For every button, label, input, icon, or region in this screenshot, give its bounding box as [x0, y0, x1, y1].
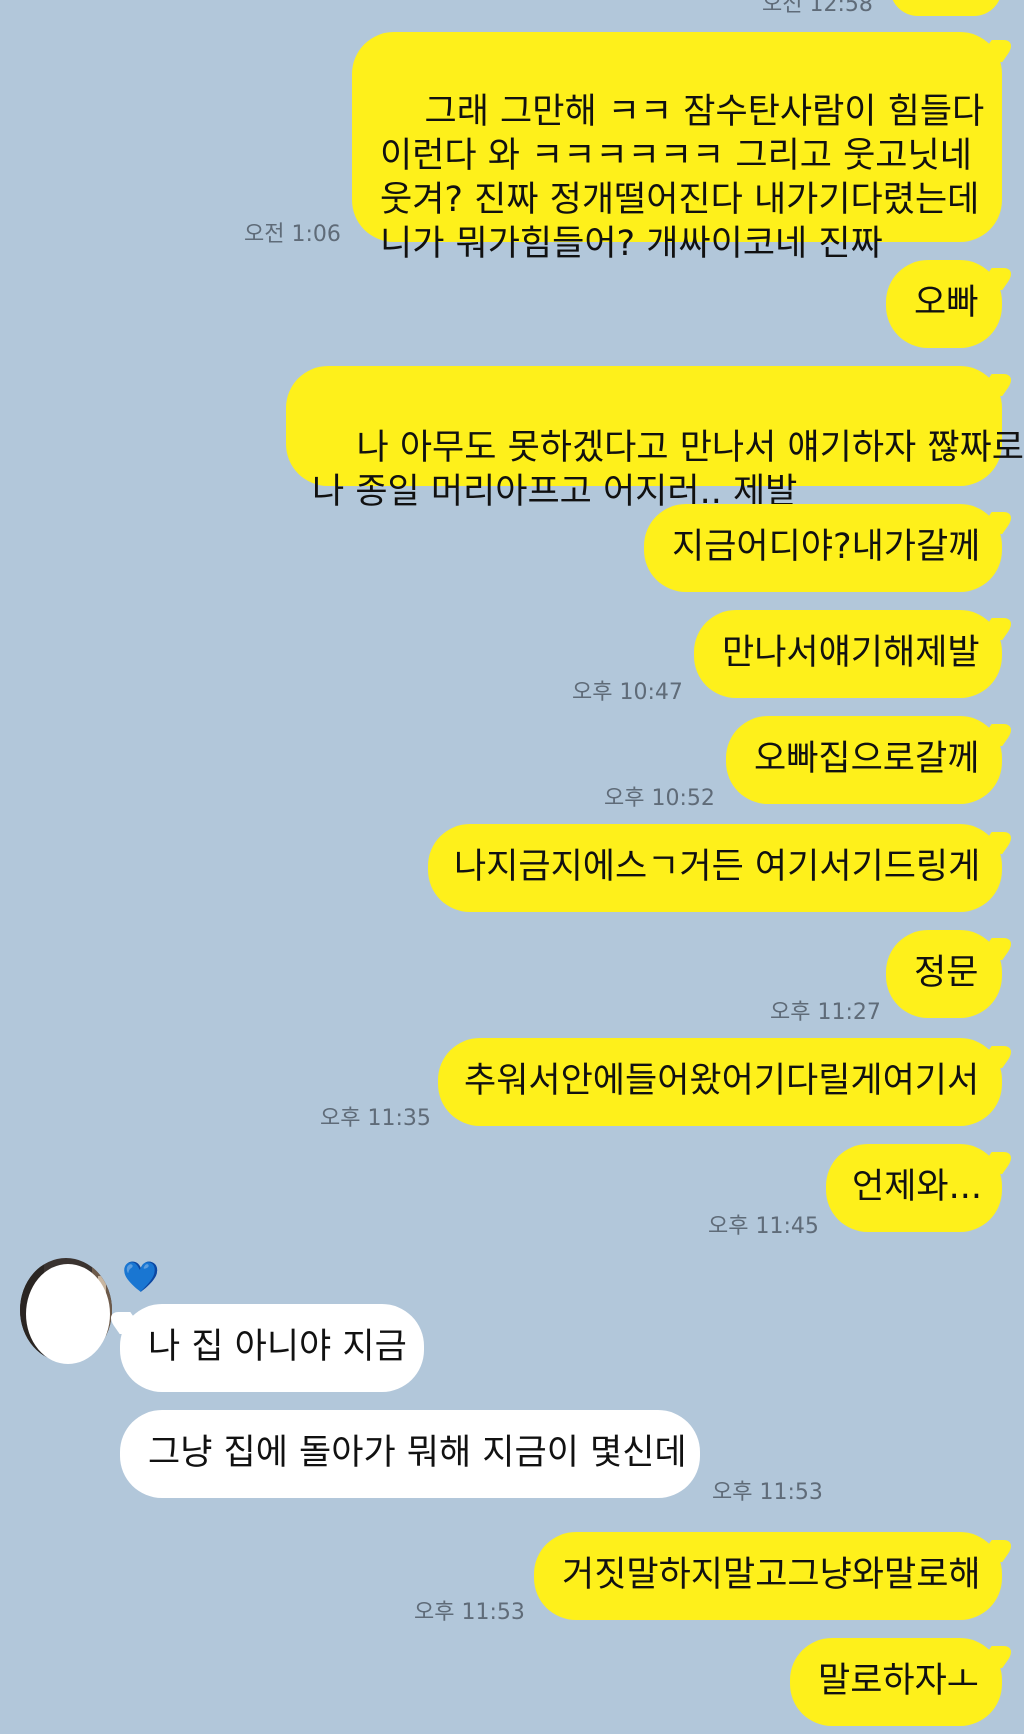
message-text: 나 아무도 못하겠다고 만나서 얘기하자 짢짜로 나 종일 머리아프고 어지러.… — [312, 428, 1024, 512]
message-text: 정문 — [914, 953, 979, 993]
message-text: 나지금지에스ㄱ거든 여기서기드링게 — [454, 847, 981, 887]
message-bubble-14[interactable]: 말로하자ㅗ — [790, 1638, 1002, 1726]
message-bubble-2[interactable]: 오빠 — [886, 260, 1002, 348]
message-bubble-4[interactable]: 지금어디야?내가갈께 — [644, 504, 1002, 592]
message-text: 말로하자ㅗ — [818, 1661, 980, 1701]
message-text: 그래 그만해 ㅋㅋ 잠수탄사람이 힘들다 이런다 와 ㅋㅋㅋㅋㅋㅋ 그리고 웃고… — [380, 92, 985, 264]
message-text: 지금어디야?내가갈께 — [672, 527, 981, 567]
message-time: 오후 11:27 — [770, 1000, 881, 1025]
message-bubble-13[interactable]: 거짓말하지말고그냥와말로해 — [534, 1532, 1002, 1620]
message-bubble-6[interactable]: 오빠집으로갈께 — [726, 716, 1002, 804]
message-text: 언제와... — [852, 1167, 982, 1207]
message-time: 오후 10:52 — [604, 786, 715, 811]
message-text: 오빠 — [914, 283, 979, 323]
message-bubble-11[interactable]: 나 집 아니야 지금 — [120, 1304, 424, 1392]
message-bubble-7[interactable]: 나지금지에스ㄱ거든 여기서기드링게 — [428, 824, 1002, 912]
message-bubble-1[interactable]: 그래 그만해 ㅋㅋ 잠수탄사람이 힘들다 이런다 와 ㅋㅋㅋㅋㅋㅋ 그리고 웃고… — [352, 32, 1002, 264]
avatar-image — [20, 1258, 112, 1364]
message-time: 오후 10:47 — [572, 680, 683, 705]
message-bubble-5[interactable]: 만나서얘기해제발 — [694, 610, 1002, 698]
message-text: 거짓말하지말고그냥와말로해 — [562, 1555, 981, 1595]
message-bubble-10[interactable]: 언제와... — [826, 1144, 1002, 1232]
message-bubble-0[interactable] — [890, 0, 1002, 16]
message-text: 추워서안에들어왔어기다릴게여기서 — [464, 1061, 980, 1101]
message-time: 오후 11:53 — [414, 1600, 525, 1625]
message-time: 오후 11:35 — [320, 1106, 431, 1131]
message-bubble-3[interactable]: 나 아무도 못하겠다고 만나서 얘기하자 짢짜로 나 종일 머리아프고 어지러.… — [286, 366, 1024, 512]
message-text: 오빠집으로갈께 — [754, 739, 980, 779]
message-time: 오전 12:58 — [762, 0, 873, 17]
message-text: 그냥 집에 돌아가 뭐해 지금이 몇신데 — [148, 1433, 687, 1473]
message-bubble-9[interactable]: 추워서안에들어왔어기다릴게여기서 — [438, 1038, 1002, 1126]
message-time: 오전 1:06 — [244, 222, 341, 247]
message-bubble-8[interactable]: 정문 — [886, 930, 1002, 1018]
heart-icon: 💙 — [122, 1260, 160, 1295]
chat-room: 오전 12:58 그래 그만해 ㅋㅋ 잠수탄사람이 힘들다 이런다 와 ㅋㅋㅋㅋ… — [0, 0, 1024, 1734]
message-text: 만나서얘기해제발 — [722, 633, 980, 673]
message-bubble-12[interactable]: 그냥 집에 돌아가 뭐해 지금이 몇신데 — [120, 1410, 700, 1498]
message-text: 나 집 아니야 지금 — [148, 1327, 407, 1367]
message-time: 오후 11:53 — [712, 1480, 823, 1505]
sender-avatar[interactable] — [14, 1256, 114, 1366]
message-time: 오후 11:45 — [708, 1214, 819, 1239]
